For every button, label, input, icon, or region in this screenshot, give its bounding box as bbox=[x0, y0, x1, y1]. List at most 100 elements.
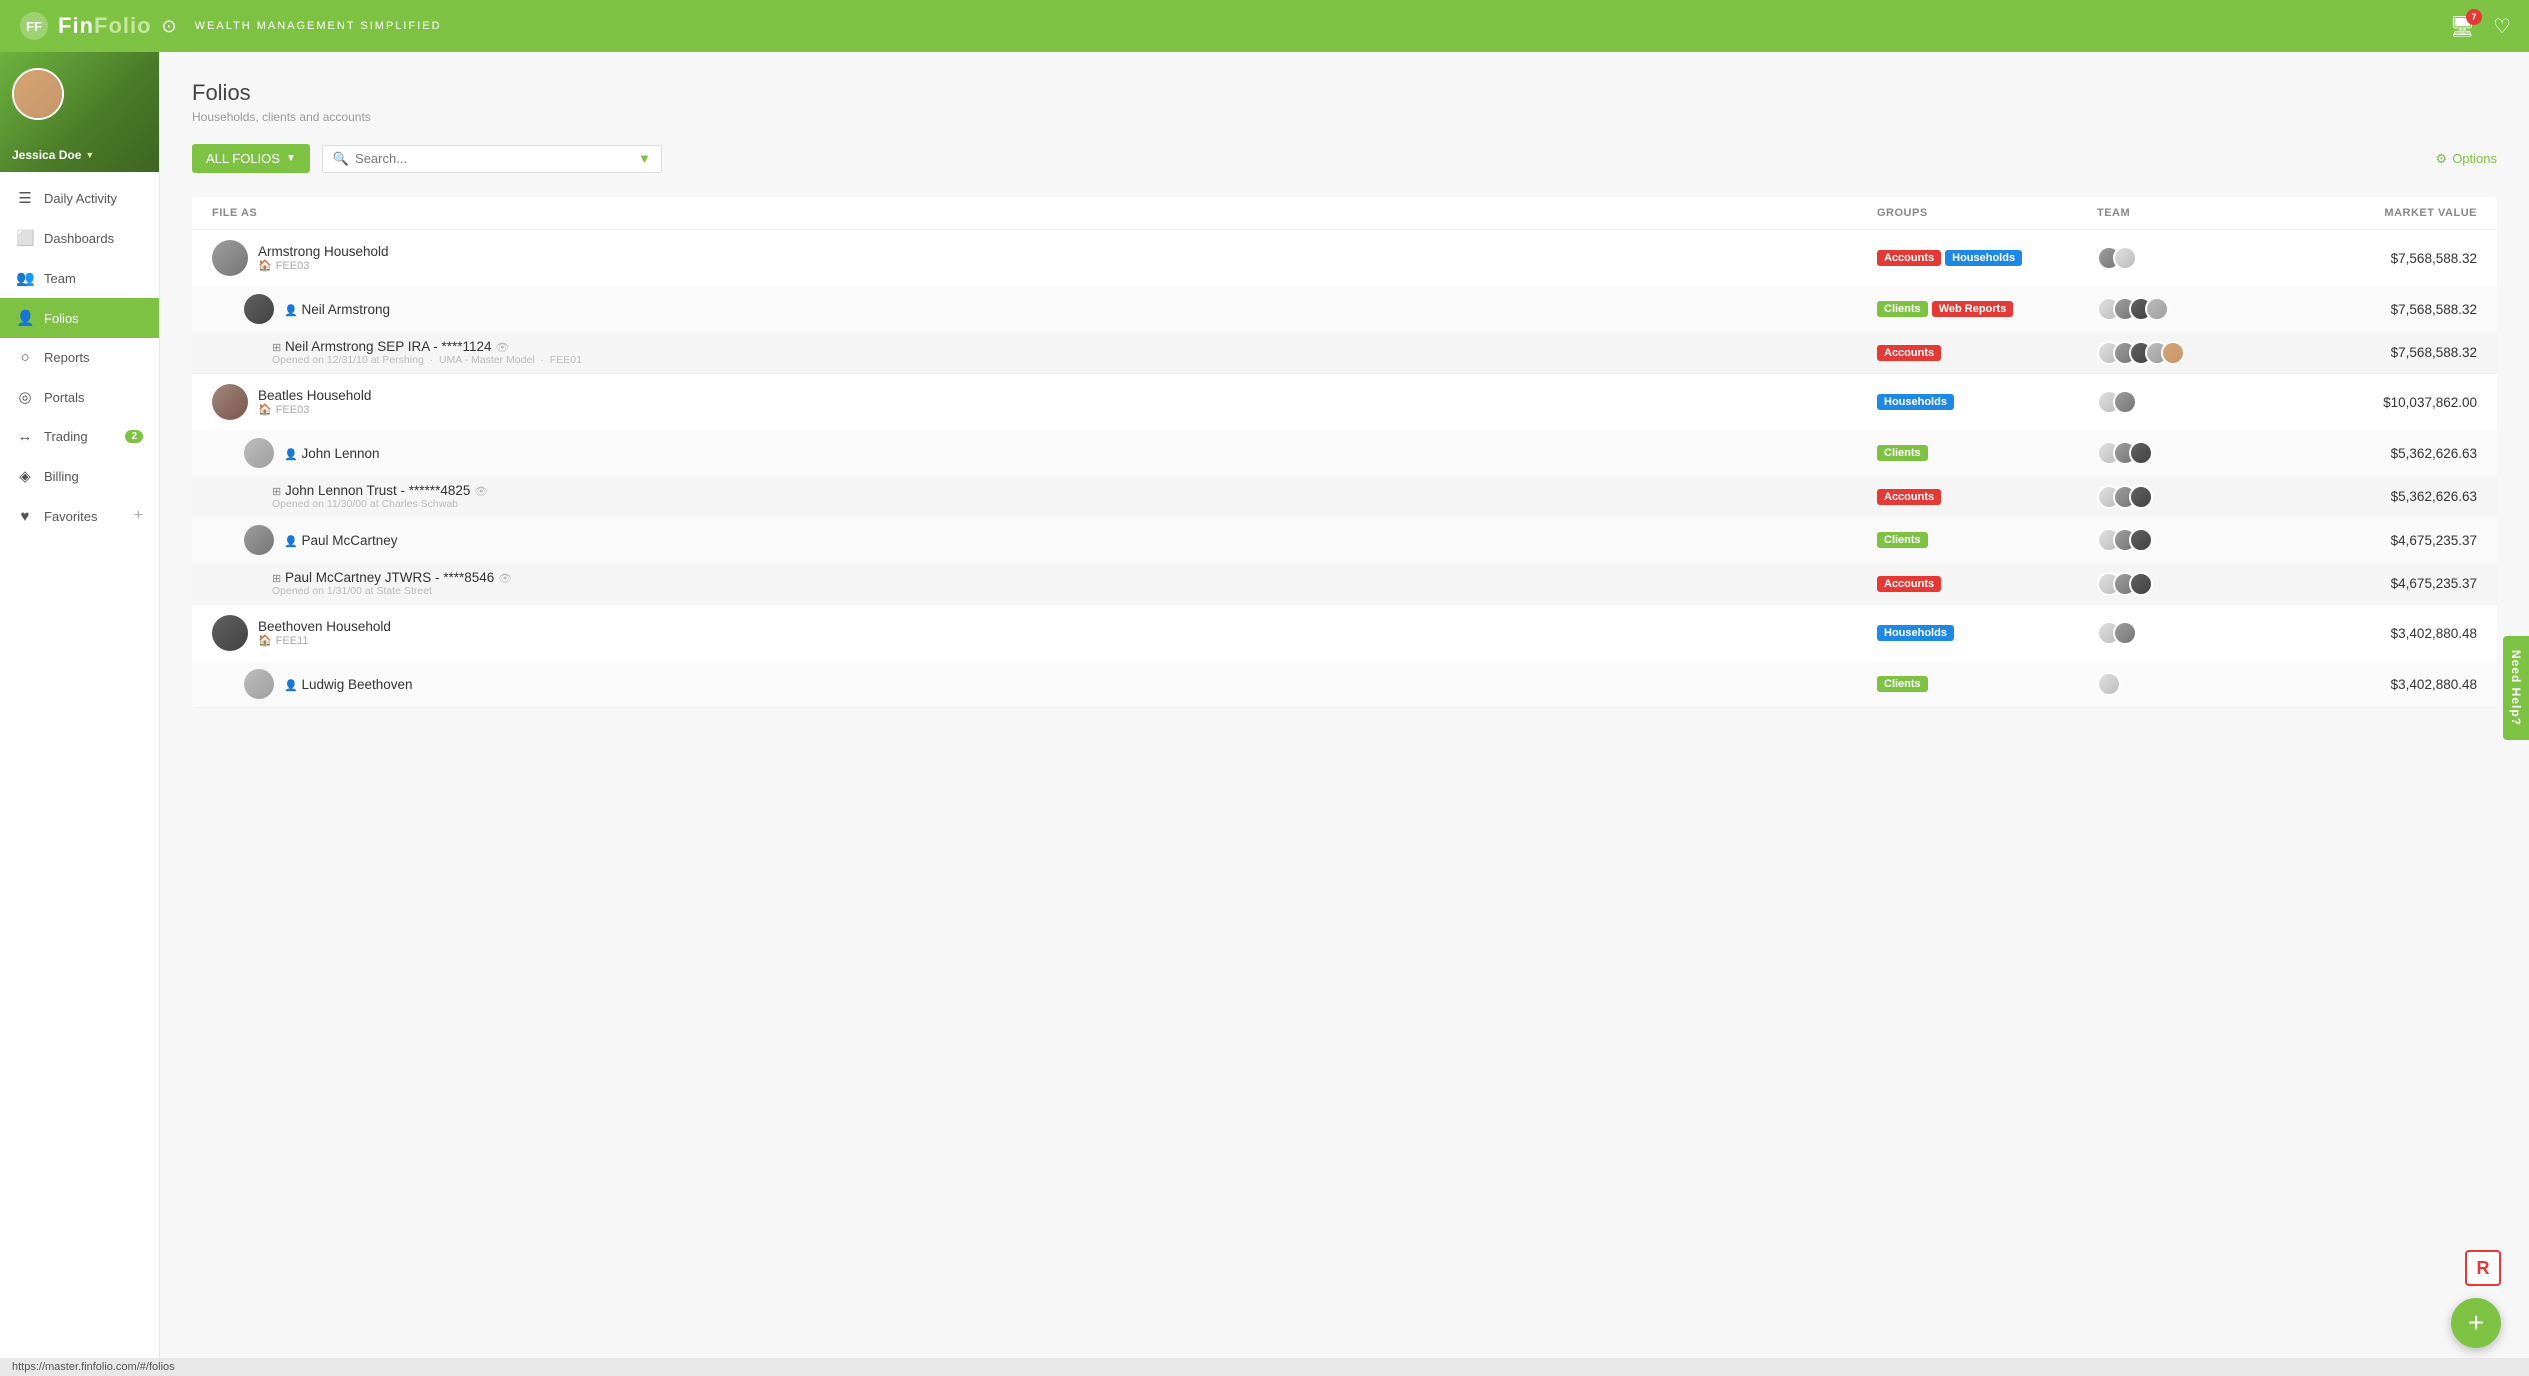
client-row-paul-mccartney[interactable]: 👤 Paul McCartney Clients bbox=[192, 517, 2497, 563]
logo-circle: ⊙ bbox=[162, 16, 177, 37]
sidebar-username[interactable]: Jessica Doe ▼ bbox=[12, 148, 94, 162]
team-avatar bbox=[2129, 528, 2153, 552]
eye-icon[interactable]: 👁 bbox=[495, 342, 509, 354]
page-subtitle: Households, clients and accounts bbox=[192, 110, 2497, 124]
grid-icon: ⊞ bbox=[272, 342, 281, 354]
table-row: Beatles Household 🏠 FEE03 Households bbox=[192, 374, 2497, 605]
all-folios-button[interactable]: ALL FOLIOS ▼ bbox=[192, 144, 310, 173]
folios-table: FILE AS GROUPS TEAM MARKET VALUE Armstro… bbox=[192, 197, 2497, 708]
account-row-john-lennon-trust[interactable]: ⊞ John Lennon Trust - ******4825 👁 Opene… bbox=[192, 476, 2497, 517]
search-input[interactable] bbox=[355, 151, 632, 166]
home-icon: 🏠 bbox=[258, 634, 272, 647]
team-cell bbox=[2097, 441, 2297, 465]
file-as-cell: ⊞ John Lennon Trust - ******4825 👁 Opene… bbox=[272, 483, 1877, 510]
options-button[interactable]: ⚙ Options bbox=[2436, 151, 2497, 167]
market-value: $7,568,588.32 bbox=[2297, 251, 2477, 266]
col-header-team: TEAM bbox=[2097, 207, 2297, 219]
team-avatars bbox=[2097, 672, 2121, 696]
sidebar-item-favorites[interactable]: ♥ Favorites + bbox=[0, 496, 159, 536]
account-details: Opened on 11/30/00 at Charles Schwab bbox=[272, 498, 488, 510]
home-icon: 🏠 bbox=[258, 403, 272, 416]
file-as-cell: 👤 Paul McCartney bbox=[244, 525, 1877, 555]
team-avatar bbox=[2129, 485, 2153, 509]
household-name: Beethoven Household bbox=[258, 619, 391, 634]
household-row-beethoven[interactable]: Beethoven Household 🏠 FEE11 Households bbox=[192, 605, 2497, 661]
add-favorite-icon[interactable]: + bbox=[134, 507, 143, 525]
search-icon: 🔍 bbox=[333, 151, 349, 167]
team-cell bbox=[2097, 572, 2297, 596]
team-cell bbox=[2097, 246, 2297, 270]
eye-icon[interactable]: 👁 bbox=[498, 573, 512, 585]
household-row-beatles[interactable]: Beatles Household 🏠 FEE03 Households bbox=[192, 374, 2497, 430]
page-title: Folios bbox=[192, 80, 2497, 106]
tags-cell: Clients Web Reports bbox=[1877, 301, 2097, 317]
name-block: Armstrong Household 🏠 FEE03 bbox=[258, 244, 389, 272]
team-cell bbox=[2097, 390, 2297, 414]
file-as-cell: Beatles Household 🏠 FEE03 bbox=[212, 384, 1877, 420]
client-name: 👤 Neil Armstrong bbox=[284, 302, 390, 317]
household-id: 🏠 FEE11 bbox=[258, 634, 391, 647]
dashboards-icon: ⬜ bbox=[16, 229, 34, 247]
name-block: 👤 Ludwig Beethoven bbox=[284, 677, 413, 692]
team-avatars bbox=[2097, 441, 2153, 465]
col-header-groups: GROUPS bbox=[1877, 207, 2097, 219]
tag-accounts: Accounts bbox=[1877, 345, 1941, 361]
market-value: $4,675,235.37 bbox=[2297, 533, 2477, 548]
team-cell bbox=[2097, 672, 2297, 696]
file-as-cell: Beethoven Household 🏠 FEE11 bbox=[212, 615, 1877, 651]
sidebar-item-team[interactable]: 👥 Team bbox=[0, 258, 159, 298]
market-value: $3,402,880.48 bbox=[2297, 626, 2477, 641]
team-cell bbox=[2097, 297, 2297, 321]
household-row-armstrong[interactable]: Armstrong Household 🏠 FEE03 Accounts Hou… bbox=[192, 230, 2497, 286]
team-cell bbox=[2097, 341, 2297, 365]
notification-icon[interactable]: 🖥 7 bbox=[2450, 14, 2475, 39]
person-icon: 👤 bbox=[284, 680, 298, 692]
sidebar-item-reports[interactable]: ○ Reports bbox=[0, 338, 159, 377]
portals-icon: ◎ bbox=[16, 388, 34, 406]
logo-icon: FF bbox=[18, 10, 50, 42]
account-row-paul-mccartney-jtwrs[interactable]: ⊞ Paul McCartney JTWRS - ****8546 👁 Open… bbox=[192, 563, 2497, 604]
team-avatars bbox=[2097, 246, 2137, 270]
tags-cell: Accounts bbox=[1877, 576, 2097, 592]
favorites-heart-icon[interactable]: ♡ bbox=[2493, 14, 2511, 39]
eye-icon[interactable]: 👁 bbox=[474, 486, 488, 498]
market-value: $10,037,862.00 bbox=[2297, 395, 2477, 410]
toolbar: ALL FOLIOS ▼ 🔍 ▼ ⚙ Options bbox=[192, 144, 2497, 173]
help-tab[interactable]: Need Help? bbox=[2503, 636, 2529, 740]
sidebar-item-billing[interactable]: ◈ Billing bbox=[0, 456, 159, 496]
client-row-john-lennon[interactable]: 👤 John Lennon Clients bbox=[192, 430, 2497, 476]
client-row-neil-armstrong[interactable]: 👤 Neil Armstrong Clients Web Reports bbox=[192, 286, 2497, 332]
account-row-neil-armstrong-sep[interactable]: ⊞ Neil Armstrong SEP IRA - ****1124 👁 Op… bbox=[192, 332, 2497, 373]
tags-cell: Accounts bbox=[1877, 489, 2097, 505]
avatar bbox=[244, 669, 274, 699]
household-id: 🏠 FEE03 bbox=[258, 403, 371, 416]
name-block: Beethoven Household 🏠 FEE11 bbox=[258, 619, 391, 647]
sidebar-item-folios[interactable]: 👤 Folios bbox=[0, 298, 159, 338]
file-as-cell: ⊞ Paul McCartney JTWRS - ****8546 👁 Open… bbox=[272, 570, 1877, 597]
sidebar-item-portals[interactable]: ◎ Portals bbox=[0, 377, 159, 417]
sidebar-item-daily-activity[interactable]: ☰ Daily Activity bbox=[0, 178, 159, 218]
r-button[interactable]: R bbox=[2465, 1250, 2501, 1286]
sidebar-item-trading[interactable]: ↔ Trading 2 bbox=[0, 417, 159, 456]
sidebar-item-dashboards[interactable]: ⬜ Dashboards bbox=[0, 218, 159, 258]
tags-cell: Accounts Households bbox=[1877, 250, 2097, 266]
tag-households: Households bbox=[1877, 394, 1954, 410]
billing-icon: ◈ bbox=[16, 467, 34, 485]
avatar bbox=[212, 384, 248, 420]
sidebar-user: Jessica Doe ▼ bbox=[0, 52, 159, 172]
team-avatars bbox=[2097, 485, 2153, 509]
household-name: Beatles Household bbox=[258, 388, 371, 403]
file-as-cell: Armstrong Household 🏠 FEE03 bbox=[212, 240, 1877, 276]
filter-icon[interactable]: ▼ bbox=[638, 151, 651, 166]
name-block: 👤 John Lennon bbox=[284, 446, 380, 461]
market-value: $4,675,235.37 bbox=[2297, 576, 2477, 591]
client-name: 👤 Paul McCartney bbox=[284, 533, 398, 548]
client-row-ludwig-beethoven[interactable]: 👤 Ludwig Beethoven Clients $3,402,880 bbox=[192, 661, 2497, 707]
team-avatar bbox=[2161, 341, 2185, 365]
tag-households: Households bbox=[1945, 250, 2022, 266]
tag-households: Households bbox=[1877, 625, 1954, 641]
household-name: Armstrong Household bbox=[258, 244, 389, 259]
tag-web-reports: Web Reports bbox=[1932, 301, 2014, 317]
account-name: ⊞ Neil Armstrong SEP IRA - ****1124 👁 bbox=[272, 339, 582, 354]
fab-add-button[interactable]: + bbox=[2451, 1298, 2501, 1348]
